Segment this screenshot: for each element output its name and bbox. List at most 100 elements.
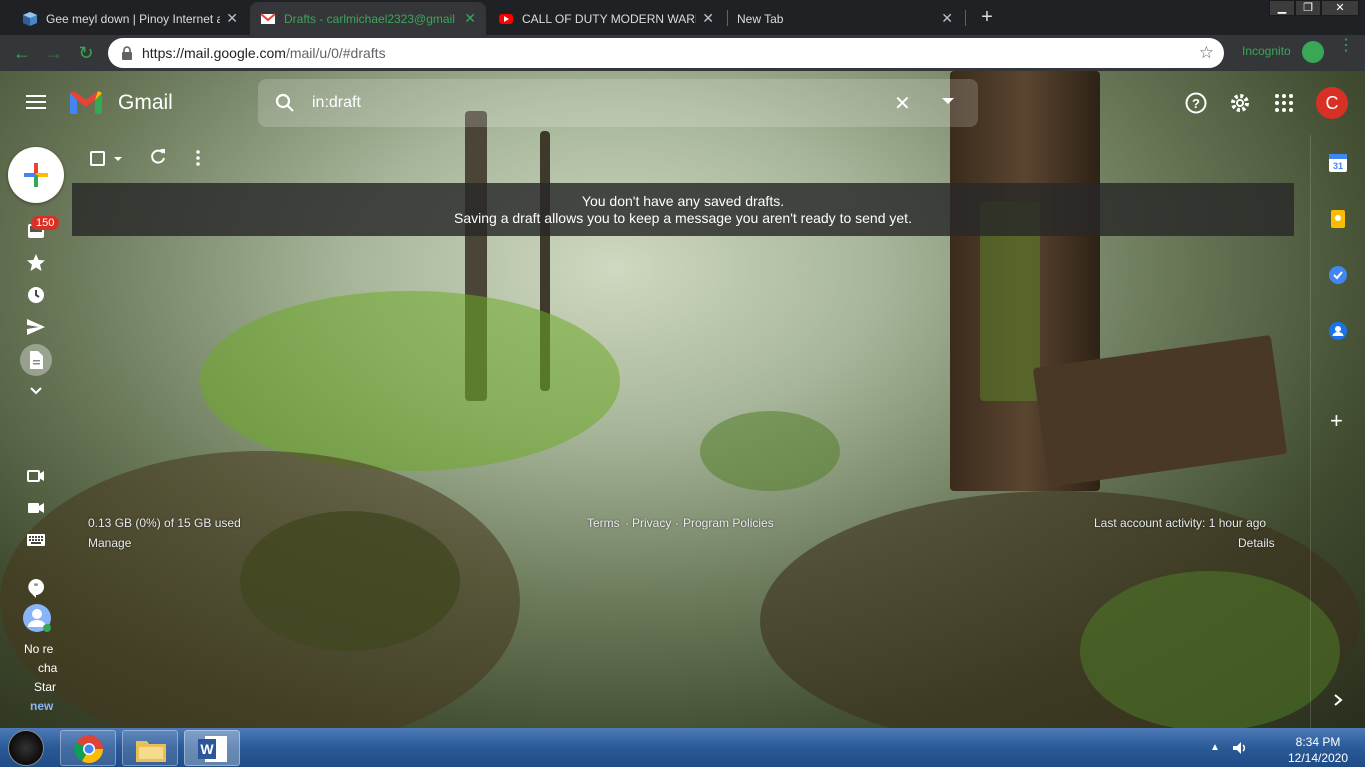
tab-separator [965, 10, 966, 26]
tab-close-icon[interactable]: ✕ [226, 10, 238, 27]
account-avatar[interactable]: C [1316, 87, 1348, 119]
start-button[interactable] [8, 730, 44, 766]
program-policies-link[interactable]: Program Policies [683, 516, 774, 530]
show-hidden-icons-arrow[interactable]: ▲ [1210, 742, 1220, 753]
forward-arrow-icon[interactable]: → [42, 41, 66, 65]
folder-icon [136, 741, 166, 762]
calendar-icon[interactable]: 31 [1328, 153, 1348, 173]
more-chevron-icon[interactable] [26, 381, 46, 401]
tab-title: New Tab [737, 11, 784, 26]
user-avatar-icon[interactable] [22, 603, 52, 633]
last-account-activity: Last account activity: 1 hour ago [1094, 516, 1267, 530]
expand-side-panel-chevron-icon[interactable] [1332, 692, 1344, 708]
url-path: /mail/u/0/#drafts [285, 45, 386, 61]
tab-close-icon[interactable]: ✕ [941, 10, 953, 27]
apps-grid-icon[interactable] [1272, 91, 1296, 115]
word-icon: W [198, 736, 227, 762]
sent-icon[interactable] [26, 317, 46, 337]
search-options-icon[interactable] [942, 98, 954, 104]
compose-plus-icon [24, 163, 48, 187]
starred-icon[interactable] [26, 253, 46, 273]
svg-text:31: 31 [1333, 161, 1343, 171]
back-arrow-icon[interactable]: ← [10, 41, 34, 65]
minimize-button[interactable]: ▁ [1269, 0, 1295, 16]
url-host: https://mail.google.com [142, 45, 286, 61]
reload-icon[interactable]: ↻ [74, 41, 98, 65]
restore-button[interactable]: ❐ [1295, 0, 1321, 16]
address-bar[interactable]: https://mail.google.com/mail/u/0/#drafts… [108, 38, 1224, 68]
tab-title: CALL OF DUTY MODERN WARFA [522, 11, 697, 26]
inbox-unread-badge: 150 [31, 216, 60, 230]
storage-usage: 0.13 GB (0%) of 15 GB used [88, 516, 241, 530]
hangouts-empty-text-line2: cha [38, 661, 58, 675]
theme-background [0, 71, 1365, 728]
gmail-logo-icon[interactable] [68, 89, 104, 116]
incognito-icon[interactable] [1302, 41, 1324, 63]
activity-details-link[interactable]: Details [1238, 536, 1275, 550]
drafts-icon[interactable] [26, 350, 46, 370]
get-addons-plus-icon[interactable]: + [1330, 408, 1343, 434]
tasks-icon[interactable] [1328, 265, 1348, 285]
chrome-menu-icon[interactable]: ⋮ [1338, 38, 1354, 54]
window-close-button[interactable]: ✕ [1321, 0, 1359, 16]
refresh-icon[interactable] [149, 148, 167, 166]
snoozed-clock-icon[interactable] [26, 285, 46, 305]
volume-icon[interactable] [1232, 740, 1248, 756]
tab-pinoy-internet[interactable]: Gee meyl down | Pinoy Internet a ✕ [12, 2, 248, 35]
settings-gear-icon[interactable] [1228, 91, 1252, 115]
svg-text:?: ? [1192, 96, 1200, 111]
tab-title: Gee meyl down | Pinoy Internet a [46, 11, 221, 26]
hangouts-empty-text-line3: Star [34, 680, 57, 694]
compose-button[interactable] [8, 147, 64, 203]
clock-time: 8:34 PM [1295, 735, 1341, 749]
privacy-link[interactable]: Privacy [632, 516, 671, 530]
tab-youtube[interactable]: CALL OF DUTY MODERN WARFA ✕ [488, 2, 724, 35]
contacts-icon[interactable] [1328, 321, 1348, 341]
meet-join-video-icon[interactable] [26, 498, 46, 518]
clock-date: 12/14/2020 [1287, 751, 1349, 765]
system-clock[interactable]: 8:34 PM 12/14/2020 [1278, 734, 1358, 766]
taskbar-word[interactable]: W [184, 730, 240, 766]
more-actions-icon[interactable] [196, 150, 200, 166]
empty-drafts-title: You don't have any saved drafts. [581, 193, 785, 209]
lock-icon [122, 46, 132, 60]
tab-new-tab[interactable]: New Tab ✕ [727, 2, 963, 35]
meet-new-meeting-icon[interactable] [26, 466, 46, 486]
tab-title: Drafts - carlmichael2323@gmail [284, 11, 455, 26]
hangouts-empty-text-line1: No re [24, 642, 54, 656]
terms-link[interactable]: Terms [587, 516, 620, 530]
bookmark-star-icon[interactable]: ☆ [1199, 43, 1214, 63]
hangouts-start-new-link[interactable]: new [30, 699, 62, 713]
taskbar-explorer[interactable] [122, 730, 178, 766]
taskbar-chrome[interactable] [60, 730, 116, 766]
gmail-favicon-icon [260, 12, 276, 24]
select-options-caret-icon[interactable] [114, 157, 122, 161]
hangouts-icon[interactable]: " [26, 578, 46, 598]
url-text: https://mail.google.com/mail/u/0/#drafts [142, 45, 386, 61]
keep-icon[interactable] [1328, 209, 1348, 229]
tab-close-icon[interactable]: ✕ [702, 10, 714, 27]
cube-favicon-icon [23, 11, 37, 26]
keyboard-icon[interactable] [26, 530, 46, 550]
manage-storage-link[interactable]: Manage [88, 536, 131, 550]
help-icon[interactable]: ? [1184, 91, 1208, 115]
empty-drafts-message: You don't have any saved drafts. Saving … [72, 183, 1294, 236]
footer-separator: · [675, 516, 679, 530]
empty-drafts-subtitle: Saving a draft allows you to keep a mess… [454, 210, 912, 226]
clear-search-icon[interactable]: ✕ [894, 91, 911, 116]
new-tab-button[interactable]: + [976, 6, 998, 28]
incognito-label: Incognito [1242, 44, 1291, 58]
browser-toolbar: ← → ↻ https://mail.google.com/mail/u/0/#… [0, 35, 1365, 71]
footer-separator: · [625, 516, 629, 530]
main-menu-icon[interactable] [26, 95, 46, 109]
youtube-favicon-icon [499, 13, 513, 24]
search-bar[interactable]: ✕ [258, 79, 978, 127]
chrome-icon [74, 735, 103, 763]
svg-text:": " [34, 582, 38, 592]
svg-text:W: W [200, 741, 214, 757]
tab-gmail-drafts[interactable]: Drafts - carlmichael2323@gmail ✕ [250, 2, 486, 35]
search-icon[interactable] [274, 92, 296, 114]
select-all-checkbox[interactable] [90, 151, 105, 166]
search-input[interactable] [312, 91, 872, 115]
tab-close-icon[interactable]: ✕ [464, 10, 476, 27]
